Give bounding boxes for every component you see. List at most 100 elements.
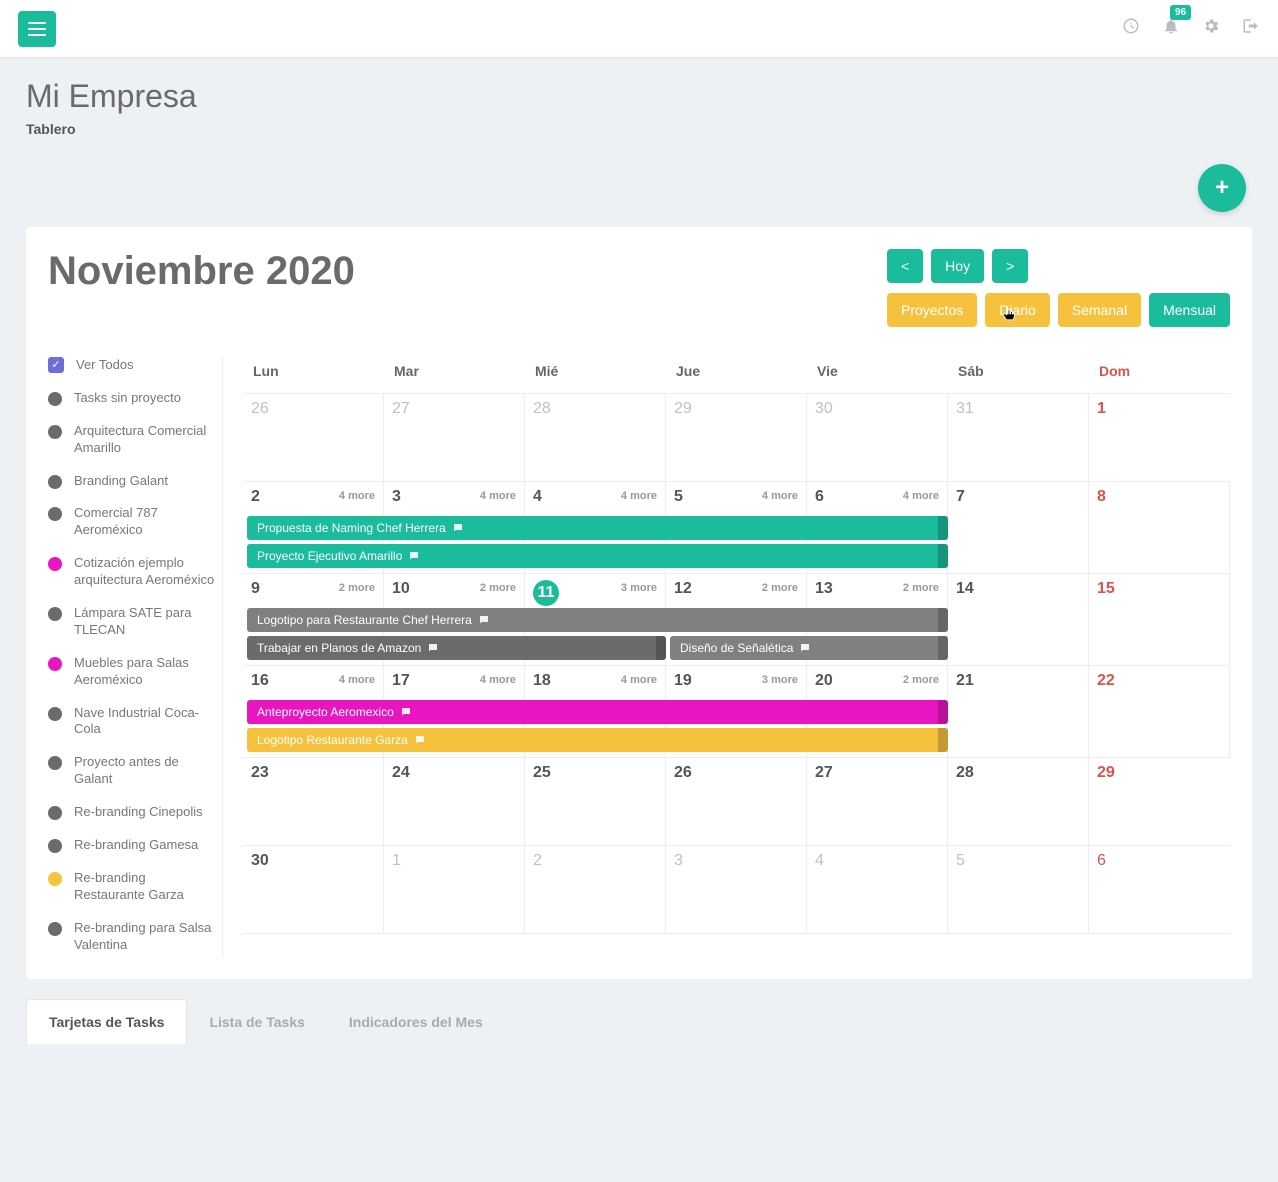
more-events-link[interactable]: 3 more bbox=[621, 582, 657, 594]
day-number: 26 bbox=[251, 400, 269, 417]
project-filter-item[interactable]: Re-branding Cinepolis bbox=[48, 804, 216, 821]
next-button[interactable]: > bbox=[992, 249, 1028, 283]
calendar-day-cell[interactable]: 4 bbox=[807, 846, 948, 933]
more-events-link[interactable]: 4 more bbox=[762, 490, 798, 502]
logout-icon[interactable] bbox=[1242, 17, 1260, 40]
gear-icon[interactable] bbox=[1202, 17, 1220, 40]
calendar-day-cell[interactable]: 29 bbox=[1089, 758, 1230, 845]
more-events-link[interactable]: 4 more bbox=[621, 490, 657, 502]
calendar-day-cell[interactable]: 28 bbox=[948, 758, 1089, 845]
project-filter-item[interactable]: Re-branding para Salsa Valentina bbox=[48, 920, 216, 954]
more-events-link[interactable]: 2 more bbox=[903, 674, 939, 686]
view-monthly-button[interactable]: Mensual bbox=[1149, 293, 1230, 327]
view-projects-button[interactable]: Proyectos bbox=[887, 293, 977, 327]
project-label: Proyecto antes de Galant bbox=[74, 754, 216, 788]
calendar-day-cell[interactable]: 23 bbox=[243, 758, 384, 845]
project-filter-item[interactable]: Muebles para Salas Aeroméxico bbox=[48, 655, 216, 689]
calendar-day-cell[interactable]: 30 bbox=[243, 846, 384, 933]
project-filter-item[interactable]: Re-branding Gamesa bbox=[48, 837, 216, 854]
event-resize-handle[interactable] bbox=[656, 636, 666, 660]
more-events-link[interactable]: 2 more bbox=[480, 582, 516, 594]
project-filter-item[interactable]: Lámpara SATE para TLECAN bbox=[48, 605, 216, 639]
calendar-day-cell[interactable]: 24 bbox=[384, 758, 525, 845]
calendar-event[interactable]: Logotipo Restaurante Garza bbox=[247, 728, 948, 752]
event-label: Proyecto Ejecutivo Amarillo bbox=[257, 549, 402, 563]
event-label: Trabajar en Planos de Amazon bbox=[257, 641, 421, 655]
event-label: Diseño de Señalética bbox=[680, 641, 793, 655]
day-number: 30 bbox=[251, 852, 269, 869]
today-button[interactable]: Hoy bbox=[931, 249, 984, 283]
more-events-link[interactable]: 4 more bbox=[480, 674, 516, 686]
calendar-day-cell[interactable]: 27 bbox=[384, 394, 525, 481]
more-events-link[interactable]: 2 more bbox=[339, 582, 375, 594]
calendar-event[interactable]: Proyecto Ejecutivo Amarillo bbox=[247, 544, 948, 568]
project-label: Muebles para Salas Aeroméxico bbox=[74, 655, 216, 689]
calendar-day-cell[interactable]: 26 bbox=[243, 394, 384, 481]
calendar-day-cell[interactable]: 31 bbox=[948, 394, 1089, 481]
project-color-dot bbox=[48, 425, 62, 439]
tab-indicators[interactable]: Indicadores del Mes bbox=[327, 999, 505, 1044]
more-events-link[interactable]: 4 more bbox=[339, 490, 375, 502]
more-events-link[interactable]: 2 more bbox=[903, 582, 939, 594]
calendar-day-cell[interactable]: 5 bbox=[948, 846, 1089, 933]
project-filter-item[interactable]: Proyecto antes de Galant bbox=[48, 754, 216, 788]
more-events-link[interactable]: 4 more bbox=[621, 674, 657, 686]
calendar-day-cell[interactable]: 22 bbox=[1089, 666, 1230, 757]
add-button[interactable]: + bbox=[1198, 164, 1246, 212]
calendar-day-cell[interactable]: 8 bbox=[1089, 482, 1230, 573]
view-all-label: Ver Todos bbox=[76, 357, 134, 374]
tab-task-cards[interactable]: Tarjetas de Tasks bbox=[26, 999, 187, 1044]
calendar-day-cell[interactable]: 28 bbox=[525, 394, 666, 481]
more-events-link[interactable]: 3 more bbox=[762, 674, 798, 686]
calendar-day-cell[interactable]: 29 bbox=[666, 394, 807, 481]
project-filter-item[interactable]: Re-branding Restaurante Garza bbox=[48, 870, 216, 904]
day-number: 23 bbox=[251, 764, 269, 781]
project-label: Re-branding Cinepolis bbox=[74, 804, 203, 821]
calendar-day-cell[interactable]: 1 bbox=[384, 846, 525, 933]
day-number: 8 bbox=[1097, 488, 1106, 505]
more-events-link[interactable]: 4 more bbox=[903, 490, 939, 502]
event-resize-handle[interactable] bbox=[938, 608, 948, 632]
event-resize-handle[interactable] bbox=[938, 544, 948, 568]
more-events-link[interactable]: 4 more bbox=[480, 490, 516, 502]
project-filter-item[interactable]: Comercial 787 Aeroméxico bbox=[48, 505, 216, 539]
project-filter-item[interactable]: Tasks sin proyecto bbox=[48, 390, 216, 407]
event-resize-handle[interactable] bbox=[938, 636, 948, 660]
calendar-event[interactable]: Trabajar en Planos de Amazon bbox=[247, 636, 666, 660]
project-filter-item[interactable]: Branding Galant bbox=[48, 473, 216, 490]
calendar-day-cell[interactable]: 15 bbox=[1089, 574, 1230, 665]
event-resize-handle[interactable] bbox=[938, 516, 948, 540]
more-events-link[interactable]: 2 more bbox=[762, 582, 798, 594]
calendar-day-cell[interactable]: 7 bbox=[948, 482, 1089, 573]
calendar-day-cell[interactable]: 14 bbox=[948, 574, 1089, 665]
project-filter-item[interactable]: Cotización ejemplo arquitectura Aeroméxi… bbox=[48, 555, 216, 589]
calendar-day-cell[interactable]: 27 bbox=[807, 758, 948, 845]
calendar-day-cell[interactable]: 1 bbox=[1089, 394, 1230, 481]
notifications-icon[interactable]: 96 bbox=[1162, 17, 1180, 40]
view-weekly-button[interactable]: Semanal bbox=[1058, 293, 1141, 327]
event-resize-handle[interactable] bbox=[938, 728, 948, 752]
clock-icon[interactable] bbox=[1122, 17, 1140, 40]
prev-button[interactable]: < bbox=[887, 249, 923, 283]
tab-task-list[interactable]: Lista de Tasks bbox=[187, 999, 326, 1044]
calendar-day-cell[interactable]: 30 bbox=[807, 394, 948, 481]
project-filter-item[interactable]: Arquitectura Comercial Amarillo bbox=[48, 423, 216, 457]
calendar-day-cell[interactable]: 25 bbox=[525, 758, 666, 845]
day-number: 18 bbox=[533, 672, 551, 689]
calendar-day-cell[interactable]: 26 bbox=[666, 758, 807, 845]
calendar-event[interactable]: Propuesta de Naming Chef Herrera bbox=[247, 516, 948, 540]
calendar-day-cell[interactable]: 6 bbox=[1089, 846, 1230, 933]
event-resize-handle[interactable] bbox=[938, 700, 948, 724]
calendar-day-cell[interactable]: 2 bbox=[525, 846, 666, 933]
calendar-event[interactable]: Anteproyecto Aeromexico bbox=[247, 700, 948, 724]
more-events-link[interactable]: 4 more bbox=[339, 674, 375, 686]
day-number: 13 bbox=[815, 580, 833, 597]
calendar-event[interactable]: Diseño de Señalética bbox=[670, 636, 948, 660]
calendar-event[interactable]: Logotipo para Restaurante Chef Herrera bbox=[247, 608, 948, 632]
project-filter-item[interactable]: Nave Industrial Coca-Cola bbox=[48, 705, 216, 739]
menu-toggle-button[interactable] bbox=[18, 11, 56, 47]
view-all-checkbox[interactable]: Ver Todos bbox=[48, 357, 216, 374]
view-daily-button[interactable]: Diario bbox=[985, 293, 1050, 327]
calendar-day-cell[interactable]: 21 bbox=[948, 666, 1089, 757]
calendar-day-cell[interactable]: 3 bbox=[666, 846, 807, 933]
